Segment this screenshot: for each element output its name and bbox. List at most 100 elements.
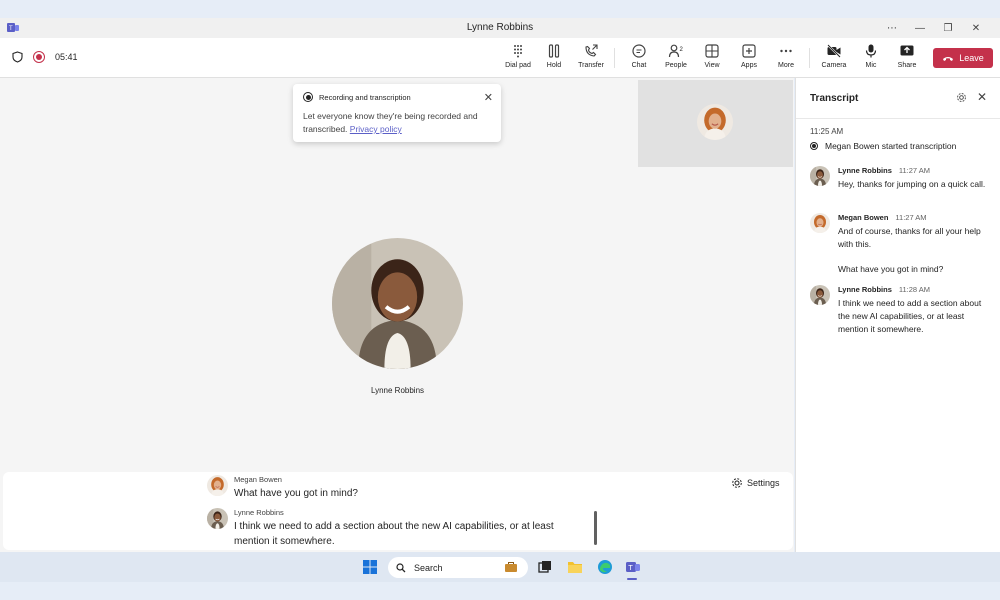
hang-up-icon <box>943 56 954 61</box>
avatar <box>697 104 733 140</box>
chat-icon <box>632 44 646 58</box>
window-title: Lynne Robbins <box>466 22 534 33</box>
chat-button[interactable]: Chat <box>622 43 656 75</box>
view-icon <box>705 44 719 58</box>
transcript-panel: Transcript ✕ 11:25 AM Megan Bowen starte… <box>795 78 1000 552</box>
close-icon[interactable]: ✕ <box>977 90 987 104</box>
caption-speaker: Megan Bowen <box>234 475 282 484</box>
svg-text:2: 2 <box>680 47 684 53</box>
people-icon: 2 <box>668 44 684 58</box>
hold-icon <box>548 44 560 58</box>
recording-notice-toast: Recording and transcription Let everyone… <box>293 84 501 142</box>
recording-indicator-icon <box>33 51 45 63</box>
panel-title: Transcript <box>810 93 859 104</box>
dialpad-icon <box>514 45 522 58</box>
captions-settings-button[interactable]: Settings <box>731 477 780 489</box>
mic-button[interactable]: Mic <box>854 43 888 75</box>
avatar <box>810 166 830 186</box>
leave-label: Leave <box>959 53 984 63</box>
entry-time: 11:27 AM <box>898 166 931 175</box>
participant-name: Lynne Robbins <box>370 386 425 395</box>
search-placeholder: Search <box>414 562 443 573</box>
camera-off-icon <box>827 44 841 58</box>
microphone-icon <box>865 44 877 58</box>
entry-time: 11:28 AM <box>898 285 931 294</box>
participant-avatar <box>332 238 463 369</box>
entry-speaker: Lynne Robbins <box>838 166 892 175</box>
people-button[interactable]: 2 People <box>659 43 693 75</box>
camera-button[interactable]: Camera <box>817 43 851 75</box>
more-label: More <box>778 62 794 69</box>
entry-time: 11:27 AM <box>895 213 927 222</box>
avatar <box>207 508 228 529</box>
avatar <box>810 213 830 233</box>
search-icon <box>396 562 406 572</box>
teams-taskbar-icon[interactable]: T <box>625 559 641 575</box>
entry-text: I think we need to add a section about t… <box>838 298 982 334</box>
more-button[interactable]: More <box>769 43 803 75</box>
captions-scrollbar[interactable] <box>594 511 597 545</box>
chat-label: Chat <box>631 62 647 69</box>
dialpad-label: Dial pad <box>505 62 531 69</box>
caption-speaker: Lynne Robbins <box>234 508 284 517</box>
toast-title: Recording and transcription <box>319 92 411 102</box>
gear-icon[interactable] <box>956 92 967 103</box>
hold-label: Hold <box>546 62 562 69</box>
share-label: Share <box>897 62 917 69</box>
window-close-icon[interactable]: ✕ <box>962 20 990 36</box>
apps-icon <box>742 44 756 58</box>
apps-button[interactable]: Apps <box>732 43 766 75</box>
edge-browser-icon[interactable] <box>597 559 613 575</box>
share-button[interactable]: Share <box>890 43 924 75</box>
title-bar: T Lynne Robbins ⋯ — ❐ ✕ <box>0 18 1000 38</box>
view-button[interactable]: View <box>695 43 729 75</box>
window-minimize-icon[interactable]: — <box>906 20 934 36</box>
svg-text:T: T <box>628 563 633 572</box>
dialpad-button[interactable]: Dial pad <box>501 43 535 75</box>
system-message-text: Megan Bowen started transcription <box>825 141 957 151</box>
entry-text: Hey, thanks for jumping on a quick call. <box>838 179 986 189</box>
toolbar-divider <box>809 48 810 68</box>
live-captions-panel: Megan Bowen What have you got in mind? L… <box>3 472 793 550</box>
caption-text: I think we need to add a section about t… <box>234 521 554 547</box>
active-app-indicator <box>627 578 637 580</box>
settings-label: Settings <box>747 478 780 488</box>
entry-speaker: Lynne Robbins <box>838 285 892 294</box>
entry-continuation: What have you got in mind? <box>838 264 944 274</box>
transcript-timestamp: 11:25 AM <box>810 127 844 136</box>
record-icon <box>303 92 313 102</box>
camera-label: Camera <box>821 62 847 69</box>
caption-line: Lynne Robbins I think we need to add a s… <box>207 508 554 549</box>
transcript-system-message: Megan Bowen started transcription <box>810 141 956 151</box>
call-timer: 05:41 <box>55 52 78 62</box>
self-video-tile[interactable] <box>638 80 793 167</box>
toolbar-divider <box>614 48 615 68</box>
close-icon[interactable]: ✕ <box>484 91 493 104</box>
entry-speaker: Megan Bowen <box>838 213 889 222</box>
window-more-icon[interactable]: ⋯ <box>878 20 906 36</box>
more-icon <box>780 49 792 53</box>
avatar <box>207 475 228 496</box>
search-highlight-icon <box>505 562 517 572</box>
record-icon <box>810 142 818 150</box>
apps-label: Apps <box>741 62 757 69</box>
file-explorer-icon[interactable] <box>567 559 583 575</box>
avatar <box>810 285 830 305</box>
transfer-button[interactable]: Transfer <box>574 43 608 75</box>
panel-divider <box>796 118 1000 119</box>
transfer-icon <box>585 44 598 57</box>
transfer-label: Transfer <box>578 62 604 69</box>
entry-text: And of course, thanks for all your help … <box>838 226 981 249</box>
window-maximize-icon[interactable]: ❐ <box>934 20 962 36</box>
taskbar-search-box[interactable]: Search <box>388 557 528 578</box>
view-label: View <box>704 62 720 69</box>
hold-button[interactable]: Hold <box>537 43 571 75</box>
privacy-policy-link[interactable]: Privacy policy <box>350 124 402 134</box>
caption-text: What have you got in mind? <box>234 488 358 499</box>
shield-icon <box>12 51 23 63</box>
windows-start-icon[interactable] <box>362 559 378 575</box>
task-view-icon[interactable] <box>537 559 553 575</box>
mic-label: Mic <box>865 62 877 69</box>
leave-button[interactable]: Leave <box>933 48 993 68</box>
people-label: People <box>665 62 687 69</box>
